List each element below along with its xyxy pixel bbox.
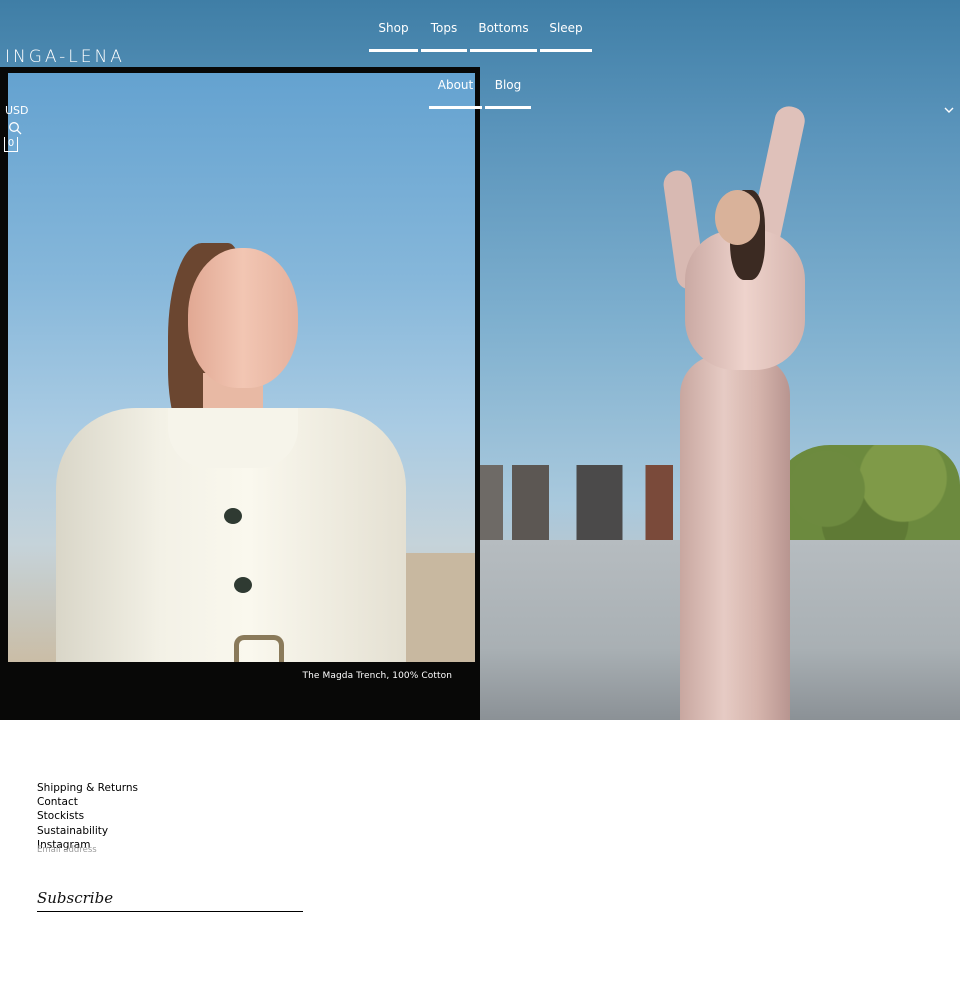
main-nav: Shop Tops Bottoms Sleep <box>369 21 592 52</box>
cart-icon[interactable]: 0 <box>4 137 18 152</box>
photo-trench-model <box>8 73 475 662</box>
search-icon[interactable] <box>8 121 22 135</box>
footer-links: Shipping & Returns Contact Stockists Sus… <box>37 781 138 852</box>
model-in-pink-dress <box>660 103 820 720</box>
nav-item-bottoms[interactable]: Bottoms <box>470 21 537 52</box>
brand-logo[interactable]: INGA-LENA <box>5 47 125 67</box>
nav-item-blog[interactable]: Blog <box>485 78 531 109</box>
nav-item-shop[interactable]: Shop <box>369 21 418 52</box>
nav-item-sleep[interactable]: Sleep <box>540 21 592 52</box>
footer-link-stockists[interactable]: Stockists <box>37 809 138 823</box>
footer-link-contact[interactable]: Contact <box>37 795 138 809</box>
subscribe-button[interactable]: Subscribe <box>37 884 303 912</box>
cart-count: 0 <box>7 138 15 149</box>
email-field[interactable] <box>37 845 302 855</box>
nav-item-tops[interactable]: Tops <box>421 21 467 52</box>
footer-link-sustainability[interactable]: Sustainability <box>37 824 138 838</box>
currency-selector[interactable]: USD <box>5 104 29 117</box>
framed-photo[interactable]: The Magda Trench, 100% Cotton <box>0 67 480 720</box>
secondary-nav: About Blog <box>429 78 531 109</box>
nav-item-about[interactable]: About <box>429 78 482 109</box>
chevron-down-icon[interactable] <box>943 104 955 116</box>
photo-caption: The Magda Trench, 100% Cotton <box>302 671 452 681</box>
footer-link-shipping[interactable]: Shipping & Returns <box>37 781 138 795</box>
